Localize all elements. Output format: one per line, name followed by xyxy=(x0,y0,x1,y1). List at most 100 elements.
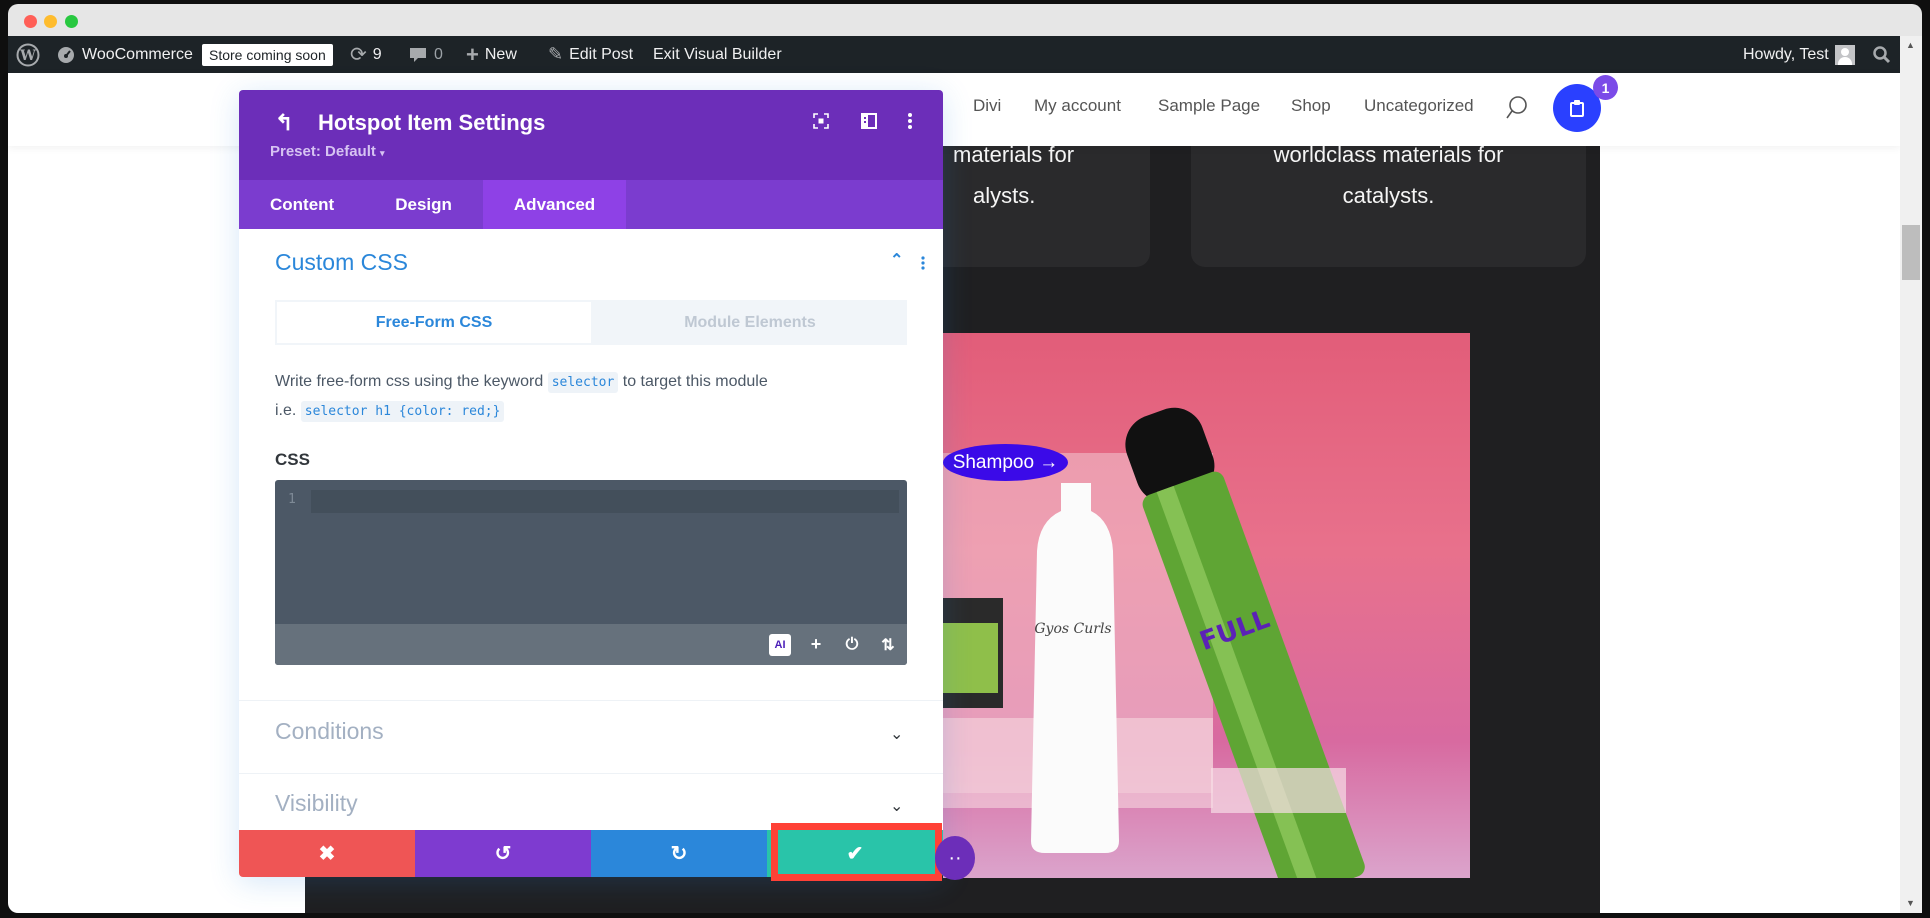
visibility-section-toggle[interactable]: Visibility xyxy=(275,790,358,817)
conditions-section-toggle[interactable]: Conditions xyxy=(275,718,384,745)
example-code: selector h1 {color: red;} xyxy=(300,401,505,422)
product-photo: Gyos Curls FULL xyxy=(943,407,1365,878)
nav-item-shop[interactable]: Shop xyxy=(1291,96,1331,116)
nav-item-uncategorized[interactable]: Uncategorized xyxy=(1364,96,1474,116)
css-code-editor[interactable]: 1 AI + ⏻ ⇅ xyxy=(275,480,907,665)
css-mode-subtabs: Free-Form CSS Module Elements xyxy=(275,300,907,345)
hotspot-label: Shampoo → xyxy=(952,451,1059,473)
new-content-link[interactable]: + New xyxy=(466,36,517,73)
tab-advanced[interactable]: Advanced xyxy=(482,180,627,229)
comments-link[interactable]: 0 xyxy=(408,36,443,73)
site-name-label: WooCommerce xyxy=(82,45,193,63)
chevron-down-icon[interactable]: ⌄ xyxy=(890,724,903,744)
card-1-line-2: alysts. xyxy=(973,183,1036,208)
scroll-up-arrow-icon[interactable]: ▲ xyxy=(1906,40,1915,50)
description-suffix: to target this module xyxy=(622,373,768,390)
store-status-badge: Store coming soon xyxy=(202,43,333,66)
svg-text:W: W xyxy=(19,48,36,64)
panel-tabs: Content Design Advanced xyxy=(239,180,943,229)
ai-assist-button[interactable]: AI xyxy=(769,633,791,656)
page-scrollbar[interactable]: ▲ ▼ xyxy=(1900,36,1922,913)
howdy-label: Howdy, Test xyxy=(1743,45,1829,63)
comment-bubble-icon xyxy=(410,47,426,62)
subtab-free-form-css[interactable]: Free-Form CSS xyxy=(275,300,593,345)
close-icon: ✖ xyxy=(318,843,336,865)
line-number: 1 xyxy=(288,492,296,507)
wp-admin-bar: W WooCommerce Store coming soon ⟳ 9 0 + … xyxy=(8,36,1900,73)
builder-settings-fab[interactable]: ·· xyxy=(935,836,975,880)
vertical-dots-icon xyxy=(908,113,912,129)
custom-css-description: Write free-form css using the keyword se… xyxy=(275,368,915,426)
site-search-button[interactable] xyxy=(1505,95,1529,126)
browser-window: W WooCommerce Store coming soon ⟳ 9 0 + … xyxy=(0,0,1930,918)
vertical-dots-icon xyxy=(921,256,925,270)
shopping-bag-icon xyxy=(1570,100,1584,117)
dots-icon: ·· xyxy=(948,846,962,869)
exit-visual-builder-label: Exit Visual Builder xyxy=(653,45,782,63)
undo-button[interactable]: ↺ xyxy=(415,830,591,877)
section-divider xyxy=(239,773,943,774)
hotspot-item-settings-panel: ↰ Hotspot Item Settings Preset: Default … xyxy=(239,90,943,877)
maximize-window-button[interactable] xyxy=(65,15,78,28)
css-field-label: CSS xyxy=(275,450,310,469)
preset-dropdown[interactable]: Preset: Default ▾ xyxy=(270,143,385,160)
snap-sidebar-button[interactable] xyxy=(861,113,877,134)
dashboard-gauge-icon xyxy=(58,46,74,63)
nav-item-my-account[interactable]: My account xyxy=(1034,96,1121,116)
panel-header: ↰ Hotspot Item Settings Preset: Default … xyxy=(239,90,943,180)
nav-item-divi[interactable]: Divi xyxy=(973,96,1001,116)
exit-visual-builder-link[interactable]: Exit Visual Builder xyxy=(653,36,782,73)
plus-icon: + xyxy=(466,41,479,67)
more-options-button[interactable] xyxy=(907,112,913,135)
search-icon xyxy=(1506,96,1527,119)
edit-post-link[interactable]: ✎ Edit Post xyxy=(548,36,633,73)
ai-label: AI xyxy=(774,638,786,651)
redo-button[interactable]: ↻ xyxy=(591,830,767,877)
scrollbar-thumb[interactable] xyxy=(1902,225,1920,280)
tab-content[interactable]: Content xyxy=(239,180,365,229)
minimize-window-button[interactable] xyxy=(44,15,57,28)
chevron-down-icon[interactable]: ⌄ xyxy=(890,796,903,816)
store-coming-soon-link[interactable]: Store coming soon xyxy=(202,36,333,73)
new-label: New xyxy=(484,45,517,63)
collapse-chevron-up-icon[interactable]: ⌃ xyxy=(890,250,903,270)
tab-design[interactable]: Design xyxy=(365,180,483,229)
subtab-module-elements[interactable]: Module Elements xyxy=(593,300,907,345)
discard-button[interactable]: ✖ xyxy=(239,830,415,877)
updates-link[interactable]: ⟳ 9 xyxy=(350,36,382,73)
sidebar-layout-icon xyxy=(861,113,877,129)
search-icon xyxy=(1873,45,1891,63)
pencil-icon: ✎ xyxy=(548,44,564,64)
editor-toolbar: AI + ⏻ ⇅ xyxy=(275,624,907,665)
card-2-line-2: catalysts. xyxy=(1342,183,1435,208)
hotspot-marker-shampoo[interactable]: Shampoo → xyxy=(943,444,1068,481)
wordpress-logo-button[interactable]: W xyxy=(16,36,40,73)
undo-icon: ↺ xyxy=(494,843,512,865)
cart-count-badge: 1 xyxy=(1593,75,1618,100)
panel-title: Hotspot Item Settings xyxy=(318,110,546,135)
fullscreen-icon xyxy=(813,113,829,129)
edit-post-label: Edit Post xyxy=(569,45,634,63)
expand-modal-button[interactable] xyxy=(813,113,829,134)
redo-icon: ↻ xyxy=(670,843,688,865)
sort-arrows-icon[interactable]: ⇅ xyxy=(877,635,899,655)
site-name-link[interactable]: WooCommerce xyxy=(56,36,193,73)
scroll-down-arrow-icon[interactable]: ▼ xyxy=(1906,898,1915,908)
section-options-button[interactable] xyxy=(921,256,925,275)
back-arrow-icon[interactable]: ↰ xyxy=(275,110,293,136)
custom-css-section-title[interactable]: Custom CSS xyxy=(275,249,408,276)
css-editor-input[interactable] xyxy=(311,490,899,513)
preset-label: Preset: Default xyxy=(270,143,376,160)
dynamic-content-power-icon[interactable]: ⏻ xyxy=(841,636,863,654)
add-icon[interactable]: + xyxy=(805,634,827,655)
caret-down-icon: ▾ xyxy=(380,148,385,158)
admin-search-button[interactable] xyxy=(1872,36,1892,73)
close-window-button[interactable] xyxy=(24,15,37,28)
product-image: Gyos Curls FULL xyxy=(943,333,1470,878)
my-account-menu[interactable]: Howdy, Test xyxy=(1743,36,1855,73)
nav-item-sample-page[interactable]: Sample Page xyxy=(1158,96,1260,116)
updates-count: 9 xyxy=(372,45,382,63)
section-divider xyxy=(239,700,943,701)
browser-titlebar xyxy=(8,4,1922,37)
example-prefix: i.e. xyxy=(275,402,297,419)
